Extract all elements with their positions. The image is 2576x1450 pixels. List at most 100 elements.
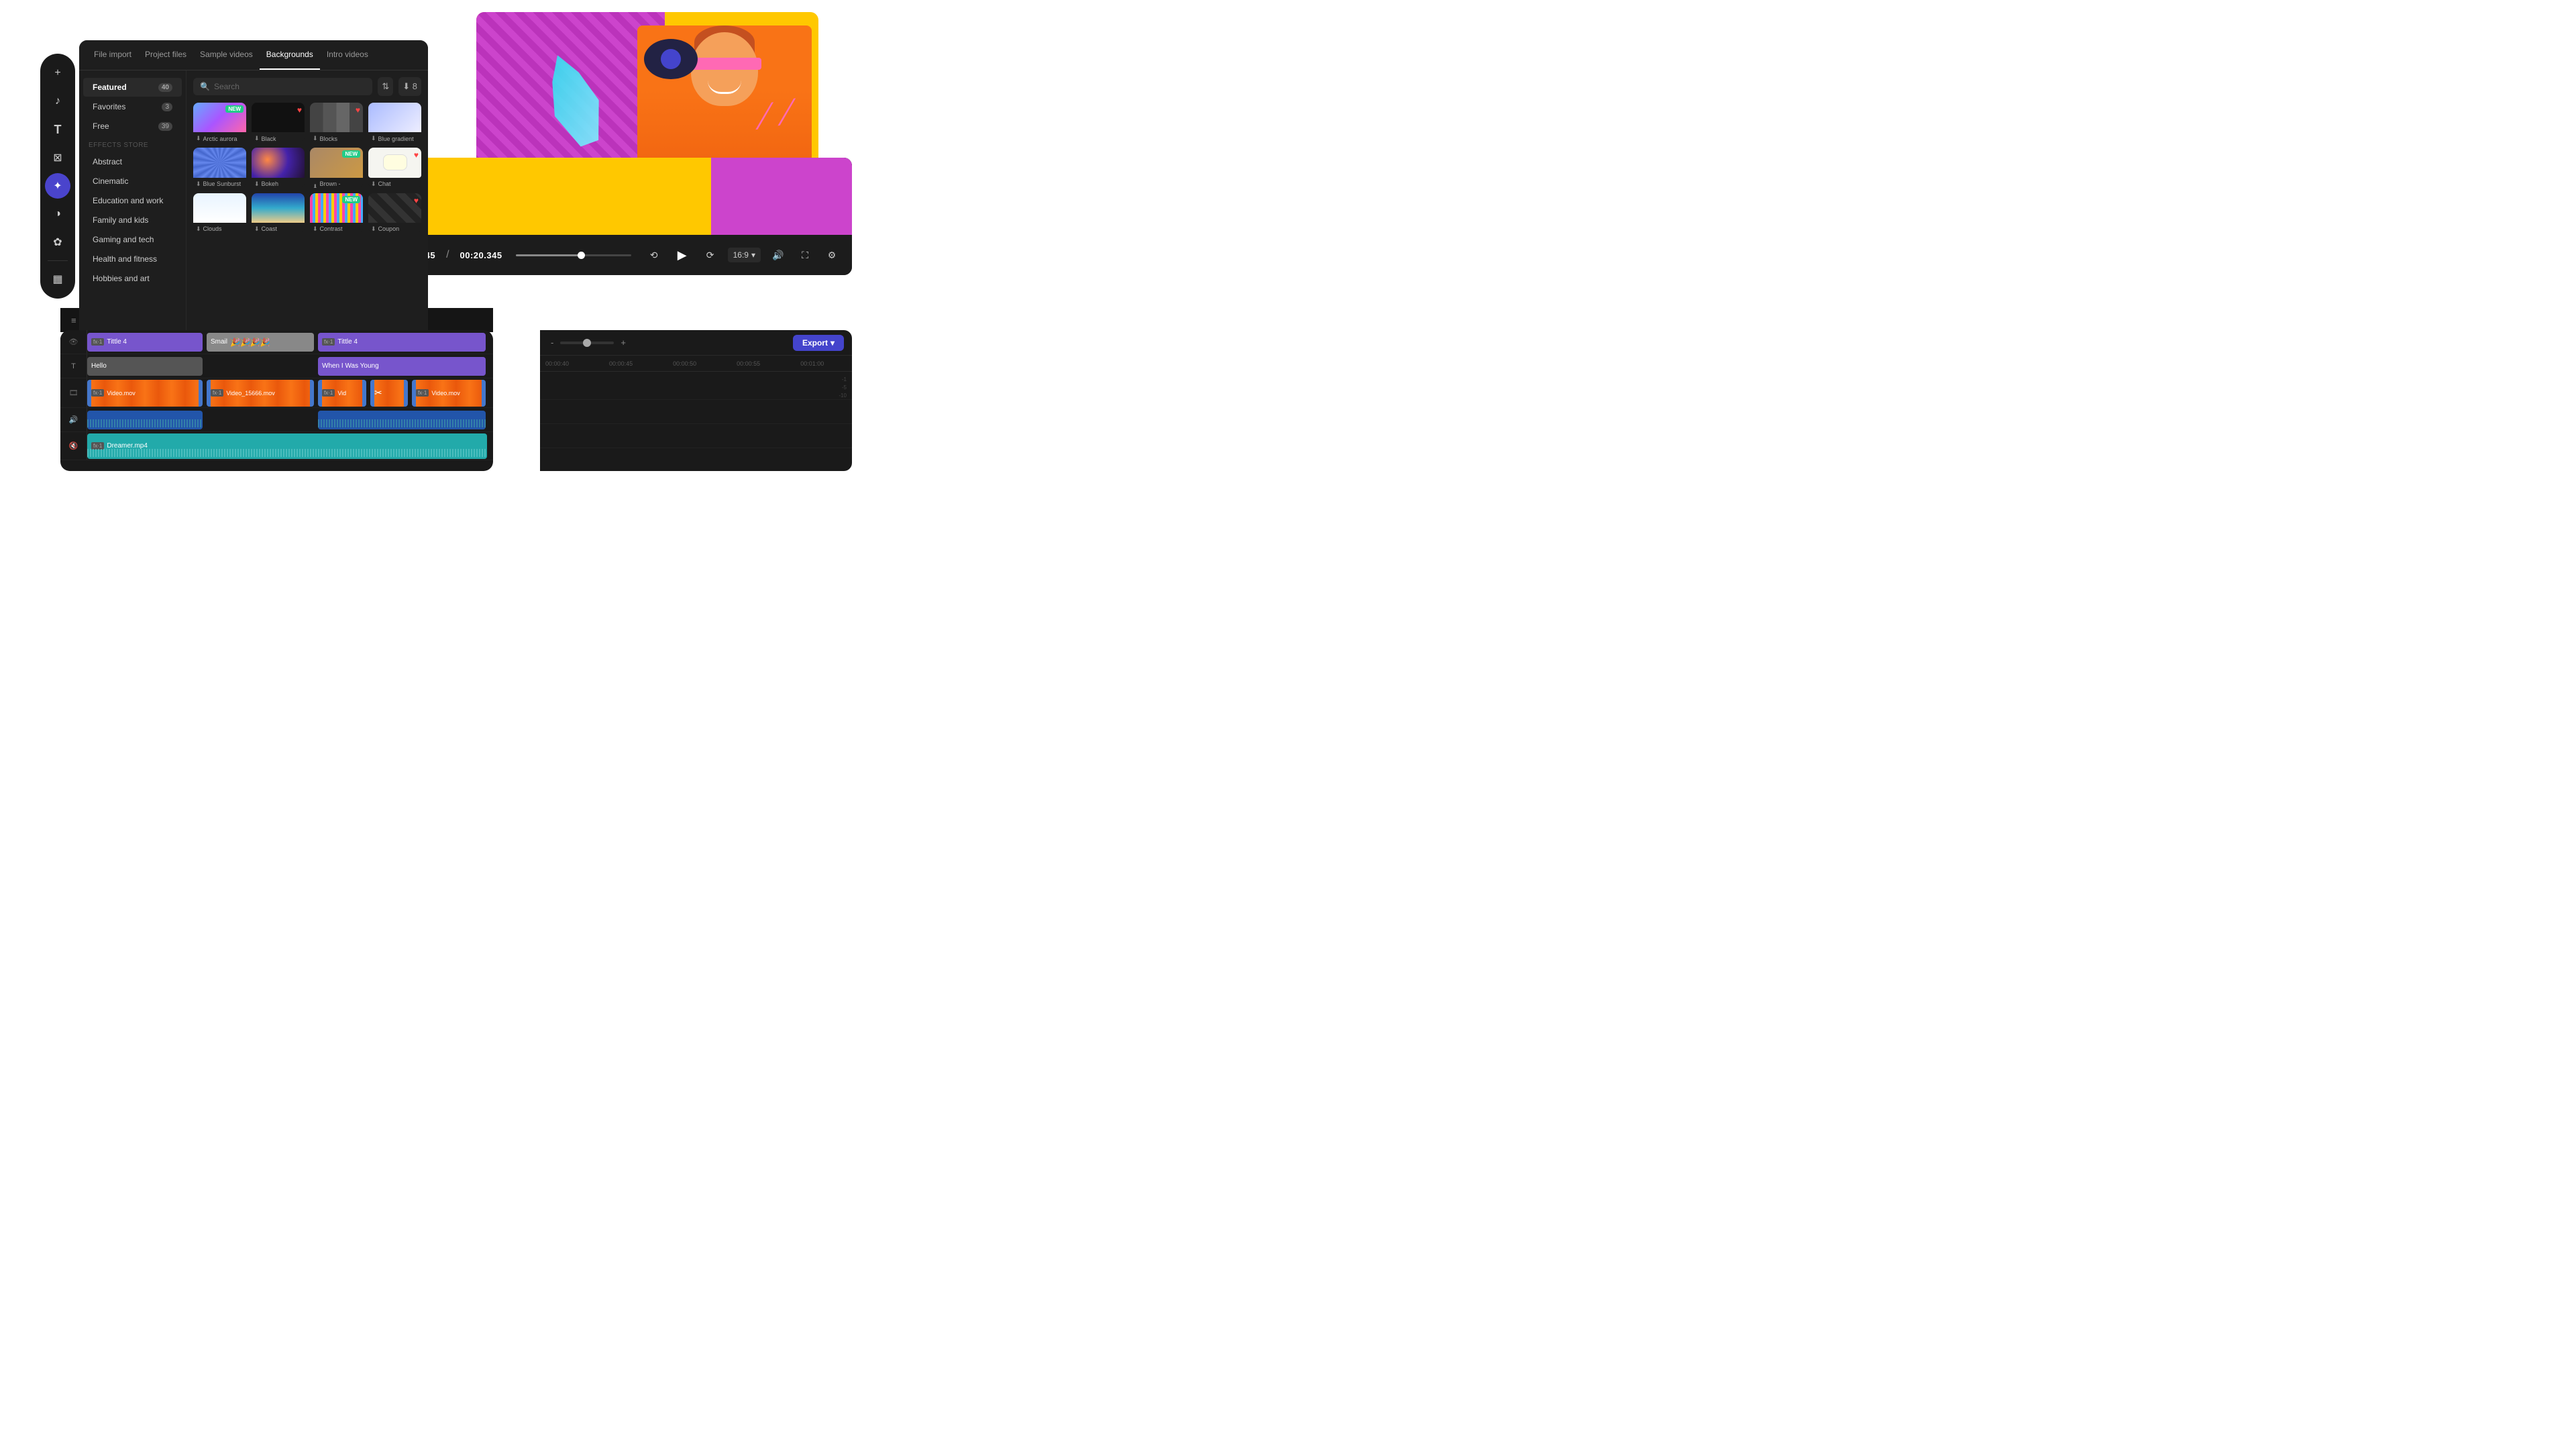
person-smile bbox=[708, 81, 741, 94]
media-icon: ♪ bbox=[55, 95, 60, 107]
sidebar-item-hobbies[interactable]: Hobbies and art bbox=[83, 269, 182, 288]
grid-item-arctic-aurora[interactable]: NEW ⬇Arctic aurora bbox=[193, 103, 246, 142]
clip-audio-1[interactable] bbox=[87, 411, 203, 429]
backgrounds-grid: NEW ⬇Arctic aurora ♥ ⬇Black ♥ ⬇Blocks bbox=[193, 103, 421, 233]
grid-item-bokeh[interactable]: ⬇Bokeh bbox=[252, 148, 305, 187]
tab-sample-videos[interactable]: Sample videos bbox=[193, 40, 260, 70]
new-badge: NEW bbox=[225, 105, 244, 113]
player-progress-bar[interactable] bbox=[516, 254, 631, 256]
fullscreen-button[interactable]: ⛶ bbox=[796, 246, 814, 264]
clip-when-text[interactable]: When I Was Young bbox=[318, 357, 486, 376]
fullscreen-icon: ⛶ bbox=[802, 250, 808, 261]
aspect-ratio-selector[interactable]: 16:9 ▾ bbox=[728, 248, 761, 262]
clip-when-i-was-young[interactable]: fx·1 Tittle 4 bbox=[318, 333, 486, 352]
grid-item-coupon[interactable]: ♥ ⬇Coupon bbox=[368, 193, 421, 233]
clip-video-2[interactable]: fx·1 Video_15666.mov bbox=[207, 380, 314, 407]
grid-item-coast[interactable]: ⬇Coast bbox=[252, 193, 305, 233]
timeline-track-video: 🎞 fx·1 Video.mov fx·1 Video_15666.mov fx… bbox=[60, 378, 493, 408]
layout-button[interactable]: ▦ bbox=[45, 266, 70, 292]
forward-button[interactable]: ⟳ bbox=[701, 246, 720, 264]
search-input-wrap[interactable]: 🔍 bbox=[193, 78, 372, 95]
zoom-track[interactable] bbox=[560, 342, 614, 344]
total-timecode: 00:20.345 bbox=[460, 250, 502, 260]
filters-icon: ◑ bbox=[54, 208, 61, 220]
track-head-text[interactable]: T bbox=[60, 354, 87, 378]
video-thumbnail-4: ✂ bbox=[374, 380, 404, 407]
filter-toolbar-btn[interactable]: ≡ bbox=[68, 313, 79, 328]
filters-button[interactable]: ◑ bbox=[45, 201, 70, 227]
grid-item-contrast[interactable]: NEW ⬇Contrast bbox=[310, 193, 363, 233]
video-thumbnail-5: fx·1 Video.mov bbox=[416, 380, 482, 407]
settings-button[interactable]: ⚙ bbox=[822, 246, 841, 264]
clip-audio-2[interactable] bbox=[318, 411, 486, 429]
new-badge: NEW bbox=[342, 150, 360, 158]
tab-file-import[interactable]: File import bbox=[87, 40, 138, 70]
search-input[interactable] bbox=[214, 82, 366, 91]
track-clips-audiovideo bbox=[87, 408, 493, 431]
grid-item-blue-sunburst[interactable]: ⬇Blue Sunburst bbox=[193, 148, 246, 187]
sidebar-item-abstract[interactable]: Abstract bbox=[83, 152, 182, 171]
aspect-ratio-label: 16:9 bbox=[733, 250, 749, 260]
export-button[interactable]: Export ▾ bbox=[793, 335, 844, 351]
player-preview-area bbox=[382, 158, 852, 235]
sidebar-item-cinematic[interactable]: Cinematic bbox=[83, 172, 182, 191]
new-badge: NEW bbox=[342, 196, 360, 203]
zoom-in-button[interactable]: + bbox=[618, 335, 629, 350]
tab-backgrounds[interactable]: Backgrounds bbox=[260, 40, 320, 70]
person-head bbox=[691, 32, 758, 106]
grid-item-black[interactable]: ♥ ⬇Black bbox=[252, 103, 305, 142]
clip-video-3[interactable]: fx·1 Vid bbox=[318, 380, 366, 407]
track-head-video[interactable]: 🎞 bbox=[60, 378, 87, 407]
download-all-button[interactable]: ⬇ 8 bbox=[398, 77, 421, 96]
rewind-button[interactable]: ⟲ bbox=[645, 246, 663, 264]
track-head-audiovideo[interactable]: 🔊 bbox=[60, 408, 87, 431]
video-track-icon: 🎞 bbox=[69, 389, 78, 397]
effects-button[interactable]: ✦ bbox=[45, 173, 70, 199]
tab-project-files[interactable]: Project files bbox=[138, 40, 193, 70]
add-button[interactable]: + bbox=[45, 60, 70, 86]
clip-hello[interactable]: Hello bbox=[87, 357, 203, 376]
filter-icon: ≡ bbox=[71, 315, 76, 325]
volume-button[interactable]: 🔊 bbox=[769, 246, 788, 264]
left-toolbar: + ♪ T ⊠ ✦ ◑ ✿ ▦ bbox=[40, 54, 75, 299]
grid-item-clouds[interactable]: ⬇Clouds bbox=[193, 193, 246, 233]
grid-item-blue-gradient[interactable]: ⬇Blue gradient bbox=[368, 103, 421, 142]
sidebar-item-gaming[interactable]: Gaming and tech bbox=[83, 230, 182, 249]
text-icon: T bbox=[54, 123, 62, 137]
clip-video-5[interactable]: fx·1 Video.mov bbox=[412, 380, 486, 407]
sidebar-item-free[interactable]: Free 39 bbox=[83, 117, 182, 136]
effects-store-label: EFFECTS STORE bbox=[79, 136, 186, 152]
clip-smail[interactable]: Smail 🎉🎉🎉🎉 bbox=[207, 333, 314, 352]
play-button[interactable]: ▶ bbox=[672, 244, 693, 266]
sidebar-item-health[interactable]: Health and fitness bbox=[83, 250, 182, 268]
sidebar-item-education[interactable]: Education and work bbox=[83, 191, 182, 210]
heart-badge: ♥ bbox=[297, 105, 302, 115]
sidebar-item-featured[interactable]: Featured 40 bbox=[83, 78, 182, 97]
rt-track-1: -1 -5 -10 bbox=[540, 376, 852, 400]
clip-video-4[interactable]: ✂ bbox=[370, 380, 408, 407]
clip-dreamer[interactable]: fx·1 Dreamer.mp4 bbox=[87, 433, 487, 459]
zoom-out-button[interactable]: - bbox=[548, 335, 556, 350]
sidebar-item-family[interactable]: Family and kids bbox=[83, 211, 182, 229]
clip-video-1[interactable]: fx·1 Video.mov bbox=[87, 380, 203, 407]
player-preview-inner bbox=[382, 158, 852, 235]
sort-button[interactable]: ⇅ bbox=[378, 77, 393, 96]
transitions-button[interactable]: ⊠ bbox=[45, 145, 70, 170]
grid-item-brown-cappuccino[interactable]: NEW ⬇Brown - cappuccino bbox=[310, 148, 363, 187]
stickers-button[interactable]: ✿ bbox=[45, 229, 70, 255]
text-button[interactable]: T bbox=[45, 117, 70, 142]
waveform-1 bbox=[87, 419, 203, 427]
grid-item-blocks[interactable]: ♥ ⬇Blocks bbox=[310, 103, 363, 142]
tab-intro-videos[interactable]: Intro videos bbox=[320, 40, 375, 70]
panel-content: 🔍 ⇅ ⬇ 8 NEW ⬇Arctic aurora ♥ ⬇Blac bbox=[186, 70, 428, 346]
sidebar-item-favorites[interactable]: Favorites 3 bbox=[83, 97, 182, 116]
volume-icon: 🔊 bbox=[772, 250, 784, 261]
track-head-main-audio[interactable]: 🔇 bbox=[60, 432, 87, 460]
rt-track-4 bbox=[540, 448, 852, 471]
grid-item-chat[interactable]: ♥ ⬇Chat bbox=[368, 148, 421, 187]
track-head-eye[interactable]: 👁 bbox=[60, 330, 87, 354]
clip-title4-1[interactable]: fx·1 Tittle 4 bbox=[87, 333, 203, 352]
media-button[interactable]: ♪ bbox=[45, 89, 70, 114]
video-thumbnail-2: fx·1 Video_15666.mov bbox=[211, 380, 310, 407]
audiovideo-icon: 🔊 bbox=[69, 415, 78, 424]
